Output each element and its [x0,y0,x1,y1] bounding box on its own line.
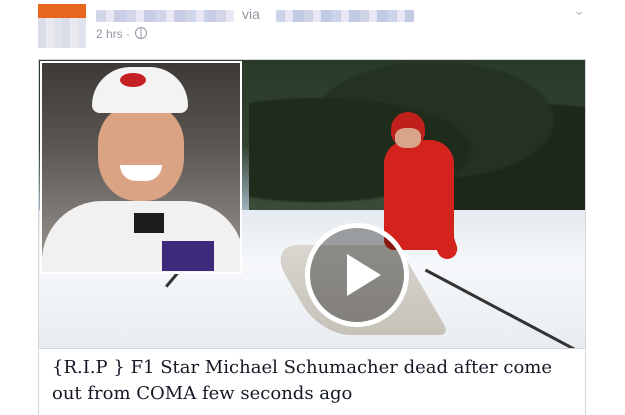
play-button[interactable] [305,223,409,327]
link-caption[interactable]: {R.I.P } F1 Star Michael Schumacher dead… [52,355,572,407]
sponsor-badge [162,241,214,271]
author-name-blurred[interactable] [96,10,234,22]
via-label: via [242,6,260,22]
post-card: via 2 hrs · ⌄ {R.I.P } F1 Star Michael S… [0,0,625,415]
video-thumbnail[interactable] [38,59,586,349]
play-icon [347,254,381,296]
timestamp-separator: · [126,27,131,41]
avatar-top [38,4,86,18]
cap-logo [120,73,146,87]
globe-icon [135,27,148,39]
inset-portrait [40,61,242,274]
chevron-down-icon[interactable]: ⌄ [573,2,585,19]
page-name-blurred[interactable] [276,10,414,22]
skier-face [395,128,421,148]
post-timestamp[interactable]: 2 hrs · [96,27,148,41]
avatar-blur [38,18,86,48]
sponsor-badge [134,213,164,233]
timestamp-text: 2 hrs [96,27,123,41]
portrait-face [98,105,184,201]
avatar[interactable] [38,4,86,48]
